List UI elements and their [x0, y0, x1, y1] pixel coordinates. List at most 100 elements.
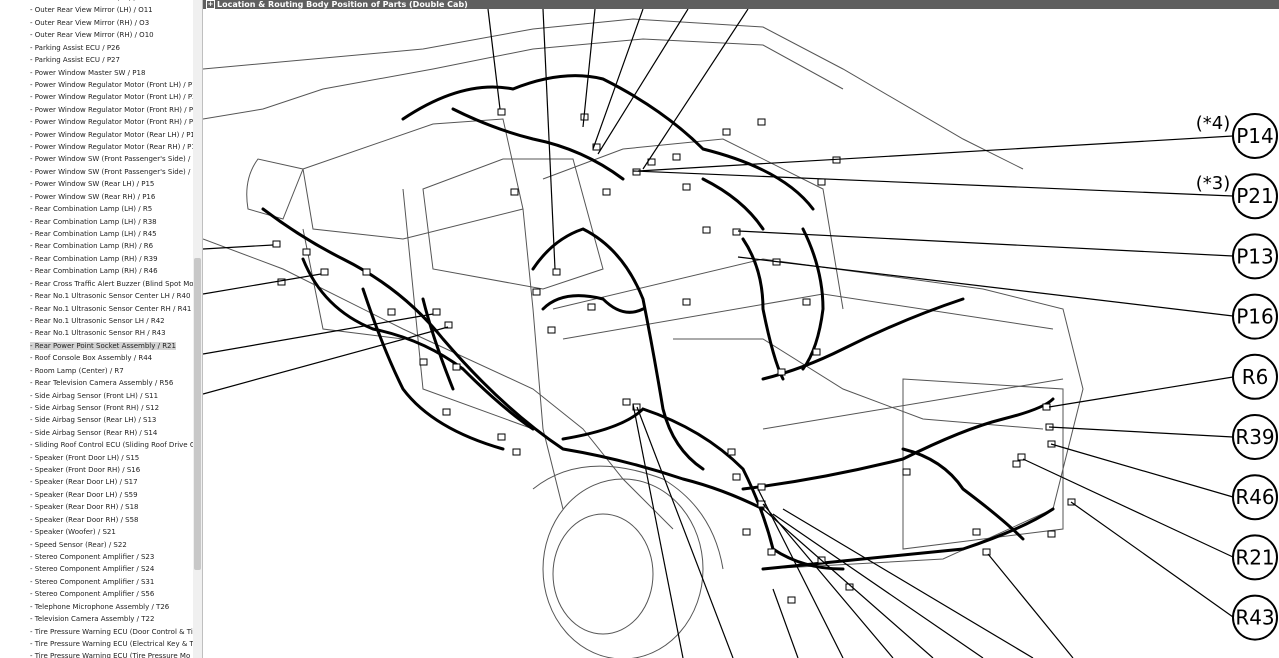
parts-list-item[interactable]: - Speaker (Rear Door LH) / S59: [0, 489, 193, 501]
parts-sidebar: - Outer Rear View Mirror (LH) / O2 - Oute…: [0, 0, 202, 658]
parts-list-item[interactable]: - Speaker (Woofer) / S21: [0, 526, 193, 538]
callout-label: R39: [1235, 425, 1274, 449]
parts-list-item[interactable]: - Rear Television Camera Assembly / R56: [0, 377, 193, 389]
parts-list-item-label: - Power Window Regulator Motor (Front LH…: [30, 80, 193, 89]
sidebar-scrollbar[interactable]: [193, 0, 202, 658]
parts-list-item[interactable]: - Power Window Regulator Motor (Rear LH)…: [0, 129, 193, 141]
callout-p16[interactable]: P16: [1232, 293, 1278, 340]
parts-list-item[interactable]: - Speed Sensor (Rear) / S22: [0, 539, 193, 551]
callout-r6[interactable]: R6: [1232, 353, 1278, 400]
parts-list-item[interactable]: - Tire Pressure Warning ECU (Door Contro…: [0, 626, 193, 638]
parts-list-item[interactable]: - Rear No.1 Ultrasonic Sensor LH / R42: [0, 315, 193, 327]
parts-list-item[interactable]: - Power Window Regulator Motor (Rear RH)…: [0, 141, 193, 153]
parts-list-item-label: - Tire Pressure Warning ECU (Electrical …: [30, 639, 193, 648]
parts-list-item[interactable]: - Power Window Regulator Motor (Front RH…: [0, 116, 193, 128]
parts-list-item[interactable]: - Power Window Regulator Motor (Front LH…: [0, 91, 193, 103]
parts-list-item[interactable]: - Stereo Component Amplifier / S23: [0, 551, 193, 563]
parts-list-item[interactable]: - Speaker (Front Door RH) / S16: [0, 464, 193, 476]
parts-list-item-label: - Stereo Component Amplifier / S24: [30, 565, 155, 574]
parts-list-item[interactable]: - Stereo Component Amplifier / S56: [0, 588, 193, 600]
parts-list-item[interactable]: - Power Window SW (Rear RH) / P16: [0, 191, 193, 203]
parts-list-item[interactable]: - Side Airbag Sensor (Front LH) / S11: [0, 390, 193, 402]
parts-list-item[interactable]: - Roof Console Box Assembly / R44: [0, 352, 193, 364]
parts-list-item[interactable]: - Rear Combination Lamp (RH) / R39: [0, 253, 193, 265]
parts-list-item[interactable]: - Room Lamp (Center) / R7: [0, 365, 193, 377]
parts-list-item[interactable]: - Rear No.1 Ultrasonic Sensor Center LH …: [0, 290, 193, 302]
parts-list-item[interactable]: - Outer Rear View Mirror (RH) / O10: [0, 29, 193, 41]
callout-label: P14: [1236, 124, 1274, 148]
callout-label: R46: [1235, 485, 1274, 509]
parts-list-item[interactable]: - Rear No.1 Ultrasonic Sensor RH / R43: [0, 327, 193, 339]
parts-list-item[interactable]: - Power Window Regulator Motor (Front LH…: [0, 79, 193, 91]
parts-list-item[interactable]: - Rear Power Point Socket Assembly / R21: [0, 340, 193, 352]
callout-p13[interactable]: P13: [1232, 233, 1278, 280]
parts-list-item[interactable]: - Speaker (Rear Door LH) / S17: [0, 476, 193, 488]
parts-list-item-label: - Power Window Regulator Motor (Rear RH)…: [30, 143, 193, 152]
parts-list-item[interactable]: - Stereo Component Amplifier / S31: [0, 576, 193, 588]
parts-list-item-label: - Tire Pressure Warning ECU (Door Contro…: [30, 627, 193, 636]
parts-list-item[interactable]: - Rear Combination Lamp (LH) / R5: [0, 203, 193, 215]
parts-list-item-label: - Rear Combination Lamp (LH) / R38: [30, 217, 157, 226]
callout-p14[interactable]: P14(*4): [1196, 113, 1278, 159]
parts-list-item[interactable]: - Tire Pressure Warning ECU (Electrical …: [0, 638, 193, 650]
plus-box-icon[interactable]: +: [206, 0, 215, 9]
parts-list-item[interactable]: - Parking Assist ECU / P26: [0, 42, 193, 54]
parts-list-item[interactable]: - Speaker (Front Door LH) / S15: [0, 452, 193, 464]
parts-list-item[interactable]: - Rear Combination Lamp (LH) / R38: [0, 216, 193, 228]
callout-r39[interactable]: R39: [1232, 414, 1278, 460]
parts-list-item[interactable]: - Outer Rear View Mirror (RH) / O3: [0, 17, 193, 29]
parts-list-item-label: - Outer Rear View Mirror (RH) / O3: [30, 18, 150, 27]
parts-list-item-label: - Speaker (Front Door RH) / S16: [30, 466, 141, 475]
parts-list-item[interactable]: - Sliding Roof Control ECU (Sliding Roof…: [0, 439, 193, 451]
parts-list-item-label: - Room Lamp (Center) / R7: [30, 366, 124, 375]
parts-list-item[interactable]: - Rear Combination Lamp (RH) / R46: [0, 265, 193, 277]
parts-list-item[interactable]: - Side Airbag Sensor (Rear LH) / S13: [0, 414, 193, 426]
parts-list-item-label: - Rear No.1 Ultrasonic Sensor Center LH …: [30, 292, 191, 301]
callout-label: R6: [1242, 365, 1269, 389]
parts-list-item[interactable]: - Outer Rear View Mirror (LH) / O11: [0, 4, 193, 16]
callout-r43[interactable]: R43: [1232, 594, 1278, 641]
callout-note: (*3): [1196, 173, 1231, 194]
parts-list-item[interactable]: - Power Window SW (Front Passenger's Sid…: [0, 166, 193, 178]
callout-r46[interactable]: R46: [1232, 474, 1278, 521]
parts-list-item-label: - Rear Combination Lamp (LH) / R5: [30, 205, 153, 214]
callout-label: P16: [1236, 305, 1274, 329]
callout-group: P14(*4) P21(*3) P13 P16 R6 R39 R46 R21 R43: [1196, 113, 1278, 641]
parts-list-item[interactable]: - Television Camera Assembly / T22: [0, 613, 193, 625]
callout-p21[interactable]: P21(*3): [1196, 173, 1278, 220]
parts-list-item[interactable]: - Telephone Microphone Assembly / T26: [0, 601, 193, 613]
parts-list-item[interactable]: - Rear Combination Lamp (LH) / R45: [0, 228, 193, 240]
parts-list-item-label: - Rear No.1 Ultrasonic Sensor LH / R42: [30, 316, 165, 325]
diagram-title: Location & Routing Body Position of Part…: [217, 0, 468, 9]
parts-list-item-label: - Power Window SW (Rear RH) / P16: [30, 192, 156, 201]
parts-list: - Outer Rear View Mirror (LH) / O2 - Oute…: [0, 0, 193, 658]
callout-label: P21: [1236, 184, 1274, 208]
parts-list-item[interactable]: - Power Window Master SW / P18: [0, 67, 193, 79]
parts-list-item-label: - Stereo Component Amplifier / S23: [30, 552, 155, 561]
parts-list-item-label: - Stereo Component Amplifier / S31: [30, 577, 155, 586]
parts-list-item[interactable]: - Rear Cross Traffic Alert Buzzer (Blind…: [0, 278, 193, 290]
sidebar-scroll-thumb[interactable]: [194, 258, 201, 570]
parts-list-item[interactable]: - Power Window SW (Front Passenger's Sid…: [0, 153, 193, 165]
parts-list-item[interactable]: - Power Window SW (Rear LH) / P15: [0, 178, 193, 190]
parts-list-item[interactable]: - Side Airbag Sensor (Rear RH) / S14: [0, 427, 193, 439]
parts-list-item-label: - Outer Rear View Mirror (LH) / O11: [30, 6, 153, 15]
parts-list-item[interactable]: - Stereo Component Amplifier / S24: [0, 563, 193, 575]
parts-list-item[interactable]: - Speaker (Rear Door RH) / S18: [0, 501, 193, 513]
parts-list-item[interactable]: - Speaker (Rear Door RH) / S58: [0, 514, 193, 526]
parts-list-item-label: - Television Camera Assembly / T22: [30, 615, 155, 624]
parts-list-item[interactable]: - Tire Pressure Warning ECU (Tire Pressu…: [0, 650, 193, 658]
parts-list-item[interactable]: - Side Airbag Sensor (Front RH) / S12: [0, 402, 193, 414]
parts-list-item-label: - Power Window Regulator Motor (Front RH…: [30, 118, 193, 127]
parts-list-item[interactable]: - Power Window Regulator Motor (Front RH…: [0, 104, 193, 116]
parts-list-item-label: - Rear Television Camera Assembly / R56: [30, 379, 174, 388]
parts-list-item-label: - Speed Sensor (Rear) / S22: [30, 540, 127, 549]
callout-label: P13: [1236, 244, 1274, 268]
parts-list-item[interactable]: - Rear No.1 Ultrasonic Sensor Center RH …: [0, 303, 193, 315]
parts-list-item-label: - Speaker (Rear Door LH) / S59: [30, 490, 138, 499]
parts-list-item[interactable]: - Rear Combination Lamp (RH) / R6: [0, 240, 193, 252]
callout-r21[interactable]: R21: [1232, 534, 1278, 581]
parts-list-item[interactable]: - Parking Assist ECU / P27: [0, 54, 193, 66]
parts-list-item-label: - Rear Combination Lamp (LH) / R45: [30, 230, 157, 239]
wiring-diagram: P14(*4) P21(*3) P13 P16 R6 R39 R46 R21 R43: [203, 9, 1278, 658]
